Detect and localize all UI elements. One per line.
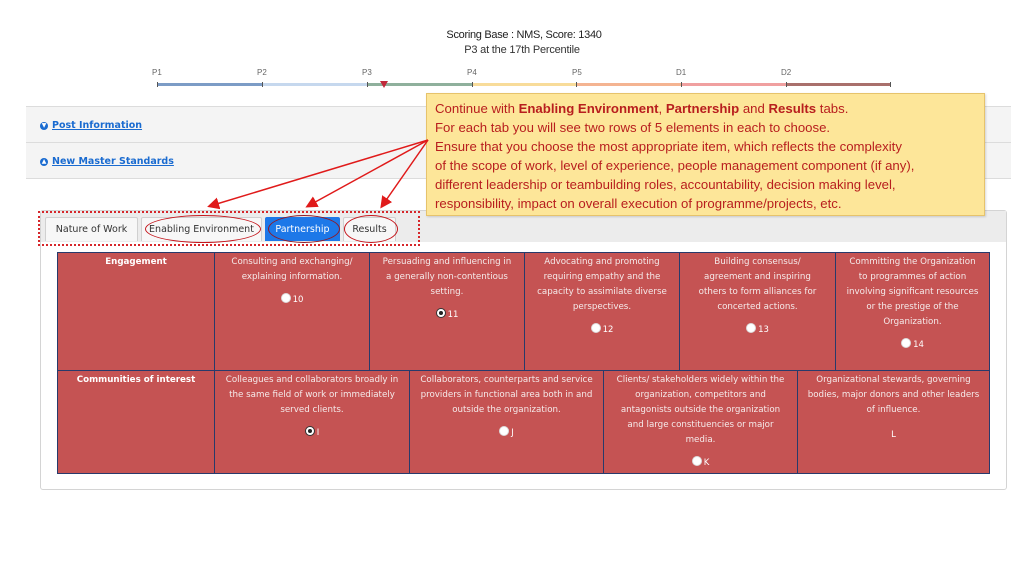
callout-line-5: different leadership or teambuilding rol…: [435, 177, 896, 192]
post-information-label: Post Information: [52, 120, 143, 131]
highlight-ellipse-partnership: [268, 215, 340, 243]
scale-label-p4: P4: [467, 68, 477, 77]
callout-text: and: [739, 101, 769, 116]
communities-option-j[interactable]: Collaborators, counterparts and service …: [409, 371, 603, 473]
option-text: Advocating and promoting requiring empat…: [537, 257, 667, 312]
scale-label-p2: P2: [257, 68, 267, 77]
callout-text: Continue with: [435, 101, 519, 116]
radio-label: 12: [602, 325, 614, 335]
score-percentile: P3 at the 17th Percentile: [464, 44, 580, 56]
option-text: Colleagues and collaborators broadly in …: [225, 375, 399, 415]
option-text: Clients/ stakeholders widely within the …: [616, 375, 785, 445]
radio-label: L: [891, 430, 896, 440]
engagement-option-10[interactable]: Consulting and exchanging/ explaining in…: [214, 253, 369, 370]
option-text: Organizational stewards, governing bodie…: [807, 375, 980, 415]
radio-13[interactable]: [746, 323, 757, 333]
scale-segment-p1: [157, 83, 262, 86]
option-text: Consulting and exchanging/ explaining in…: [231, 257, 353, 282]
engagement-header: Engagement: [105, 257, 167, 267]
highlight-ellipse-results: [344, 215, 398, 243]
engagement-option-14[interactable]: Committing the Organization to programme…: [835, 253, 989, 370]
new-master-standards-link[interactable]: ▲ New Master Standards: [40, 156, 174, 167]
callout-line-2: For each tab you will see two rows of 5 …: [435, 120, 831, 135]
radio-label: I: [316, 428, 320, 438]
radio-label: 10: [292, 295, 304, 305]
communities-option-l[interactable]: Organizational stewards, governing bodie…: [797, 371, 989, 473]
option-text: Building consensus/ agreement and inspir…: [698, 257, 817, 312]
radio-i[interactable]: [304, 426, 315, 436]
scale-segment-p2: [262, 83, 367, 86]
scale-label-d1: D1: [676, 68, 687, 77]
radio-12[interactable]: [590, 323, 601, 333]
scale-tick: [262, 82, 263, 87]
communities-header: Communities of interest: [76, 375, 196, 385]
callout-line-3: Ensure that you choose the most appropri…: [435, 139, 902, 154]
post-information-link[interactable]: ▼ Post Information: [40, 120, 142, 131]
score-title: Scoring Base : NMS, Score: 1340: [446, 29, 602, 41]
engagement-row: Engagement Consulting and exchanging/ ex…: [57, 252, 990, 371]
scale-segment-d1: [681, 83, 786, 86]
callout-bold-enabling: Enabling Environment: [518, 101, 659, 116]
engagement-option-11[interactable]: Persuading and influencing in a generall…: [369, 253, 524, 370]
scale-segment-p4: [472, 83, 576, 86]
radio-label: 11: [447, 310, 459, 320]
radio-11[interactable]: [435, 308, 446, 318]
callout-text: tabs.: [816, 101, 849, 116]
communities-option-k[interactable]: Clients/ stakeholders widely within the …: [603, 371, 797, 473]
scale-segment-p5: [576, 83, 681, 86]
new-master-standards-label: New Master Standards: [52, 156, 174, 167]
callout-line-6: responsibility, impact on overall execut…: [435, 196, 842, 211]
radio-label: 13: [758, 325, 769, 335]
radio-label: J: [511, 428, 514, 438]
callout-text: ,: [658, 101, 666, 116]
option-text: Persuading and influencing in a generall…: [382, 257, 512, 297]
radio-label: 14: [913, 340, 924, 350]
scale-tick: [576, 82, 577, 87]
radio-label: K: [703, 458, 710, 468]
score-marker-icon: [380, 81, 388, 88]
communities-option-i[interactable]: Colleagues and collaborators broadly in …: [214, 371, 409, 473]
scale-label-p3: P3: [362, 68, 372, 77]
scale-label-p1: P1: [152, 68, 162, 77]
instruction-callout: Continue with Enabling Environment, Part…: [426, 93, 985, 216]
scale-tick: [472, 82, 473, 87]
callout-line-1: Continue with Enabling Environment, Part…: [435, 99, 984, 118]
scale-tick: [786, 82, 787, 87]
highlight-ellipse-enabling: [145, 215, 261, 243]
scale-label-d2: D2: [781, 68, 792, 77]
scale-tick: [367, 82, 368, 87]
callout-line-4: of the scope of work, level of experienc…: [435, 158, 915, 173]
option-text: Committing the Organization to programme…: [846, 257, 979, 327]
scale-tick: [157, 82, 158, 87]
scale-tick: [681, 82, 682, 87]
engagement-option-12[interactable]: Advocating and promoting requiring empat…: [524, 253, 679, 370]
radio-14[interactable]: [901, 338, 912, 348]
scale-segment-d2: [786, 83, 890, 86]
radio-10[interactable]: [280, 293, 291, 303]
radio-k[interactable]: [691, 456, 702, 466]
radio-j[interactable]: [499, 426, 510, 436]
communities-row: Communities of interest Colleagues and c…: [57, 371, 990, 474]
option-text: Collaborators, counterparts and service …: [420, 375, 593, 415]
engagement-option-13[interactable]: Building consensus/ agreement and inspir…: [679, 253, 835, 370]
callout-bold-partnership: Partnership: [665, 101, 740, 116]
scale-tick: [890, 82, 891, 87]
callout-bold-results: Results: [768, 101, 817, 116]
scale-label-p5: P5: [572, 68, 582, 77]
chevron-up-icon: ▲: [40, 157, 48, 166]
chevron-down-icon: ▼: [40, 121, 48, 130]
